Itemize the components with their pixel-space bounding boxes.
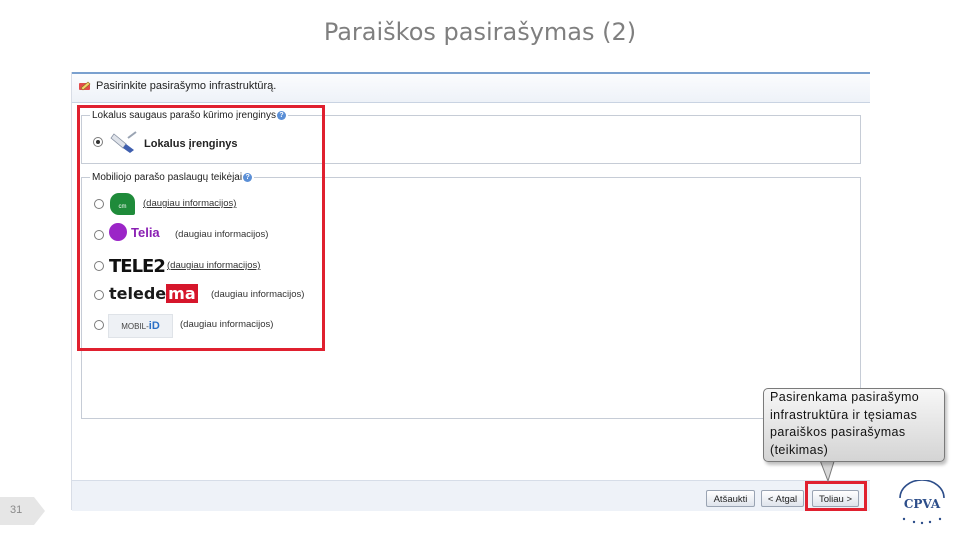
cancel-button[interactable]: Atšaukti [706, 490, 755, 507]
slide-number: 31 [10, 504, 23, 516]
next-button-highlight-box [805, 481, 867, 511]
slide-title: Paraiškos pasirašymas (2) [323, 18, 637, 46]
signature-pen-icon [79, 81, 91, 91]
window-header-title: Pasirinkite pasirašymo infrastruktūrą. [96, 80, 277, 92]
cpva-logo: CPVA [899, 480, 945, 525]
callout-note: Pasirenkama pasirašymo infrastruktūra ir… [763, 388, 945, 462]
wizard-button-bar: Atšaukti < Atgal Toliau > [72, 480, 870, 511]
cpva-logo-text: CPVA [904, 497, 941, 511]
slide-number-tab: 31 [0, 497, 45, 525]
back-button[interactable]: < Atgal [761, 490, 804, 507]
window-header: Pasirinkite pasirašymo infrastruktūrą. [72, 72, 870, 103]
slide-number-arrow-shape [0, 497, 45, 525]
selection-highlight-box [77, 105, 325, 351]
